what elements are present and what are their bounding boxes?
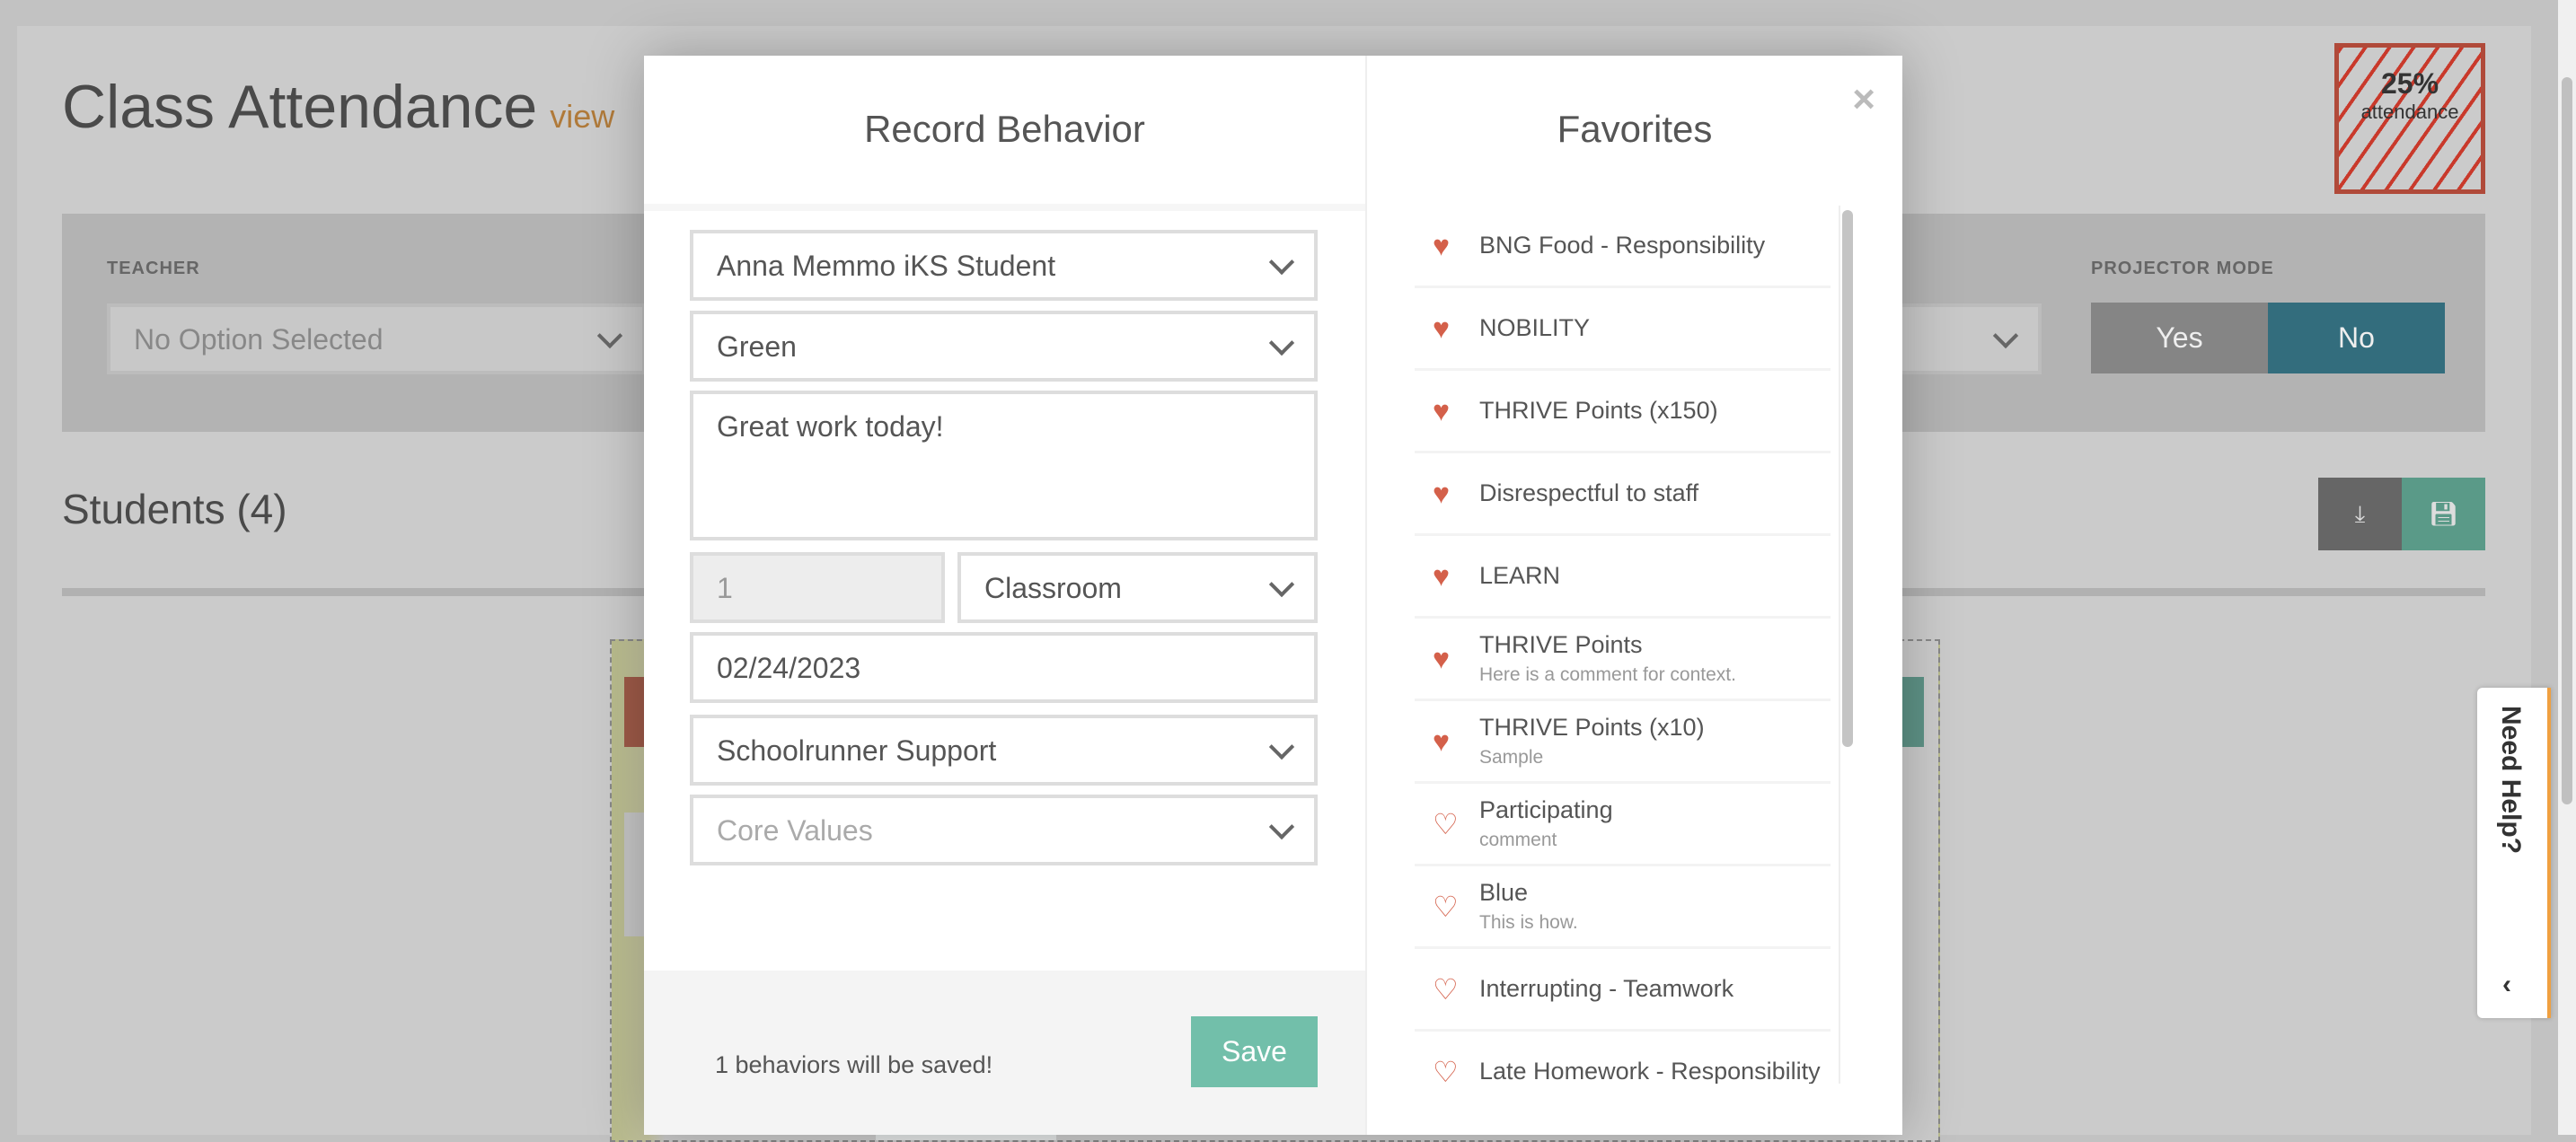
location-value: Classroom [984, 572, 1122, 604]
teacher-value: No Option Selected [134, 323, 384, 356]
need-help-label: Need Help? [2496, 706, 2526, 855]
category-placeholder: Core Values [717, 814, 873, 847]
favorite-name: Blue [1479, 879, 1529, 906]
favorite-comment: This is how. [1479, 912, 1578, 933]
favorite-item[interactable]: ♥ THRIVE Points (x150) [1415, 371, 1831, 453]
teacher-select[interactable]: No Option Selected [107, 303, 646, 374]
teacher-label: TEACHER [107, 259, 200, 278]
favorite-name: Disrespectful to staff [1479, 479, 1699, 506]
attendance-badge: 25% attendance [2334, 43, 2485, 194]
favorite-item[interactable]: ♡ Participating comment [1415, 784, 1831, 866]
favorite-item[interactable]: ♡ Blue This is how. [1415, 866, 1831, 949]
chevron-down-icon [1268, 571, 1295, 597]
favorite-name: THRIVE Points [1479, 631, 1643, 658]
favorite-item[interactable]: ♡ Late Homework - Responsibility [1415, 1032, 1831, 1085]
heart-filled-icon[interactable]: ♥ [1433, 394, 1450, 427]
download-button[interactable]: ⤓ [2318, 478, 2402, 550]
record-behavior-panel: Record Behavior Anna Memmo iKS Student G… [644, 56, 1365, 1135]
behavior-value: Green [717, 330, 797, 363]
status-bar-teal [1902, 677, 1924, 747]
card-block [624, 813, 644, 936]
favorites-scrollbar-thumb[interactable] [1842, 210, 1853, 747]
favorite-item[interactable]: ♥ BNG Food - Responsibility [1415, 206, 1831, 288]
projector-yes-button[interactable]: Yes [2091, 303, 2268, 373]
student-select[interactable]: Anna Memmo iKS Student [690, 230, 1318, 301]
favorite-name: THRIVE Points (x10) [1479, 714, 1705, 741]
heart-outline-icon[interactable]: ♡ [1433, 1055, 1459, 1085]
quantity-value: 1 [717, 572, 733, 604]
favorite-name: Late Homework - Responsibility [1479, 1058, 1821, 1084]
heart-filled-icon[interactable]: ♥ [1433, 559, 1450, 593]
favorite-item[interactable]: ♥ Disrespectful to staff [1415, 453, 1831, 536]
title-text: Class Attendance [62, 73, 538, 141]
favorite-name: THRIVE Points (x150) [1479, 397, 1718, 424]
favorite-item[interactable]: ♥ LEARN [1415, 536, 1831, 619]
heart-filled-icon[interactable]: ♥ [1433, 229, 1450, 262]
favorite-name: Participating [1479, 796, 1613, 823]
close-icon[interactable]: × [1852, 77, 1875, 122]
favorites-title: Favorites [1557, 108, 1713, 150]
category-select[interactable]: Core Values [690, 795, 1318, 865]
projector-no-button[interactable]: No [2268, 303, 2445, 373]
chevron-down-icon [1268, 734, 1295, 760]
date-input[interactable]: 02/24/2023 [690, 632, 1318, 703]
staff-value: Schoolrunner Support [717, 734, 997, 767]
staff-select[interactable]: Schoolrunner Support [690, 715, 1318, 786]
chevron-down-icon [1992, 322, 2019, 348]
heart-filled-icon[interactable]: ♥ [1433, 725, 1450, 758]
heart-outline-icon[interactable]: ♡ [1433, 972, 1459, 1006]
heart-outline-icon[interactable]: ♡ [1433, 807, 1459, 841]
save-button[interactable]: Save [1191, 1016, 1318, 1087]
heart-outline-icon[interactable]: ♡ [1433, 890, 1459, 924]
chevron-down-icon [1268, 249, 1295, 275]
chevron-down-icon [1268, 329, 1295, 356]
behavior-select[interactable]: Green [690, 311, 1318, 382]
favorite-name: Interrupting - Teamwork [1479, 975, 1734, 1002]
modal-title: Record Behavior [864, 108, 1145, 150]
heart-filled-icon[interactable]: ♥ [1433, 312, 1450, 345]
favorite-comment: comment [1479, 830, 1557, 850]
save-students-button[interactable]: 💾︎ [2402, 478, 2485, 550]
favorites-list: ♥ BNG Food - Responsibility ♥ NOBILITY ♥ THRI… [1415, 206, 1831, 1084]
quantity-input[interactable]: 1 [690, 552, 945, 623]
chevron-left-icon: ‹ [2502, 970, 2511, 999]
student-value: Anna Memmo iKS Student [717, 250, 1056, 282]
heart-filled-icon[interactable]: ♥ [1433, 642, 1450, 675]
need-help-tab[interactable]: Need Help? ‹ [2477, 688, 2551, 1018]
students-heading: Students (4) [62, 486, 287, 532]
download-icon: ⤓ [2354, 500, 2366, 527]
favorite-name: LEARN [1479, 562, 1561, 589]
favorite-comment: Sample [1479, 747, 1544, 768]
view-link[interactable]: view [550, 98, 614, 135]
favorite-name: NOBILITY [1479, 314, 1591, 341]
comment-textarea[interactable]: Great work today! [690, 391, 1318, 540]
record-behavior-modal: Record Behavior Anna Memmo iKS Student G… [644, 56, 1902, 1135]
heart-filled-icon[interactable]: ♥ [1433, 477, 1450, 510]
favorite-item[interactable]: ♥ THRIVE Points (x10) Sample [1415, 701, 1831, 784]
location-select[interactable]: Classroom [957, 552, 1318, 623]
attendance-percent: 25% [2380, 67, 2439, 100]
projector-mode-label: PROJECTOR MODE [2091, 259, 2274, 278]
favorite-comment: Here is a comment for context. [1479, 664, 1736, 685]
chevron-down-icon [596, 322, 623, 348]
comment-value: Great work today! [717, 410, 944, 443]
header-divider [644, 204, 1365, 211]
favorite-item[interactable]: ♡ Interrupting - Teamwork [1415, 949, 1831, 1032]
favorite-name: BNG Food - Responsibility [1479, 232, 1766, 259]
save-status: 1 behaviors will be saved! [715, 1051, 993, 1078]
page-title: Class Attendance view [62, 72, 614, 142]
modal-footer: 1 behaviors will be saved! Save [644, 971, 1365, 1135]
favorite-item[interactable]: ♥ THRIVE Points Here is a comment for cont… [1415, 619, 1831, 701]
status-bar-red [624, 677, 644, 747]
attendance-label: attendance [2360, 101, 2459, 123]
favorites-panel: Favorites × ♥ BNG Food - Responsibility ♥ N… [1365, 56, 1902, 1135]
favorite-item[interactable]: ♥ NOBILITY [1415, 288, 1831, 371]
page-scrollbar-thumb[interactable] [2562, 77, 2572, 804]
date-value: 02/24/2023 [717, 652, 861, 684]
floppy-disk-icon: 💾︎ [2428, 500, 2458, 527]
chevron-down-icon [1268, 813, 1295, 839]
